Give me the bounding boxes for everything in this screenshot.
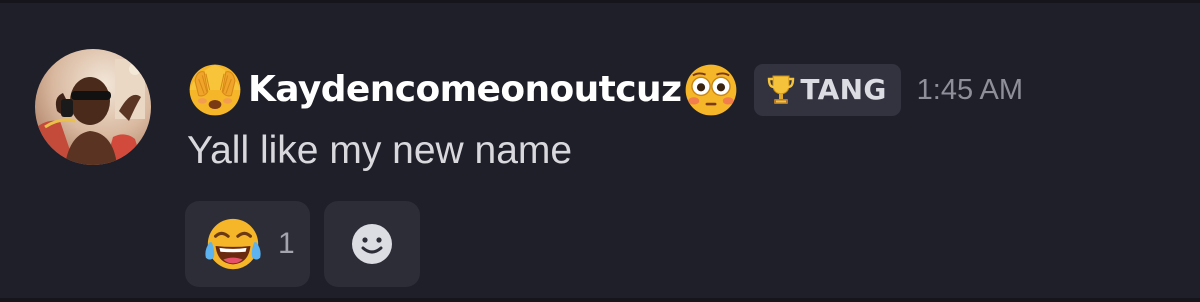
- chat-message: Kaydencomeonoutcuz TANG 1:45 AM Yall lik…: [0, 3, 1200, 298]
- reactions-bar: 1: [185, 201, 420, 287]
- tears-of-joy-icon: [202, 213, 264, 275]
- avatar-photo: [35, 49, 151, 165]
- reaction-tears-of-joy[interactable]: 1: [185, 201, 310, 287]
- avatar[interactable]: [35, 49, 151, 165]
- add-reaction-smiley-icon: [350, 222, 394, 266]
- flushed-face-icon: [682, 61, 740, 119]
- server-tag[interactable]: TANG: [754, 64, 901, 116]
- author-name[interactable]: Kaydencomeonoutcuz: [248, 72, 682, 108]
- see-no-evil-face-icon: [186, 61, 244, 119]
- message-content: Yall like my new name: [187, 129, 573, 172]
- add-reaction-button[interactable]: [324, 201, 420, 287]
- message-timestamp[interactable]: 1:45 AM: [917, 75, 1023, 105]
- server-tag-label: TANG: [800, 73, 887, 106]
- message-header: Kaydencomeonoutcuz TANG 1:45 AM: [186, 57, 1023, 123]
- chat-frame: Kaydencomeonoutcuz TANG 1:45 AM Yall lik…: [0, 0, 1200, 302]
- trophy-icon: [766, 73, 796, 107]
- reaction-count: 1: [278, 227, 295, 260]
